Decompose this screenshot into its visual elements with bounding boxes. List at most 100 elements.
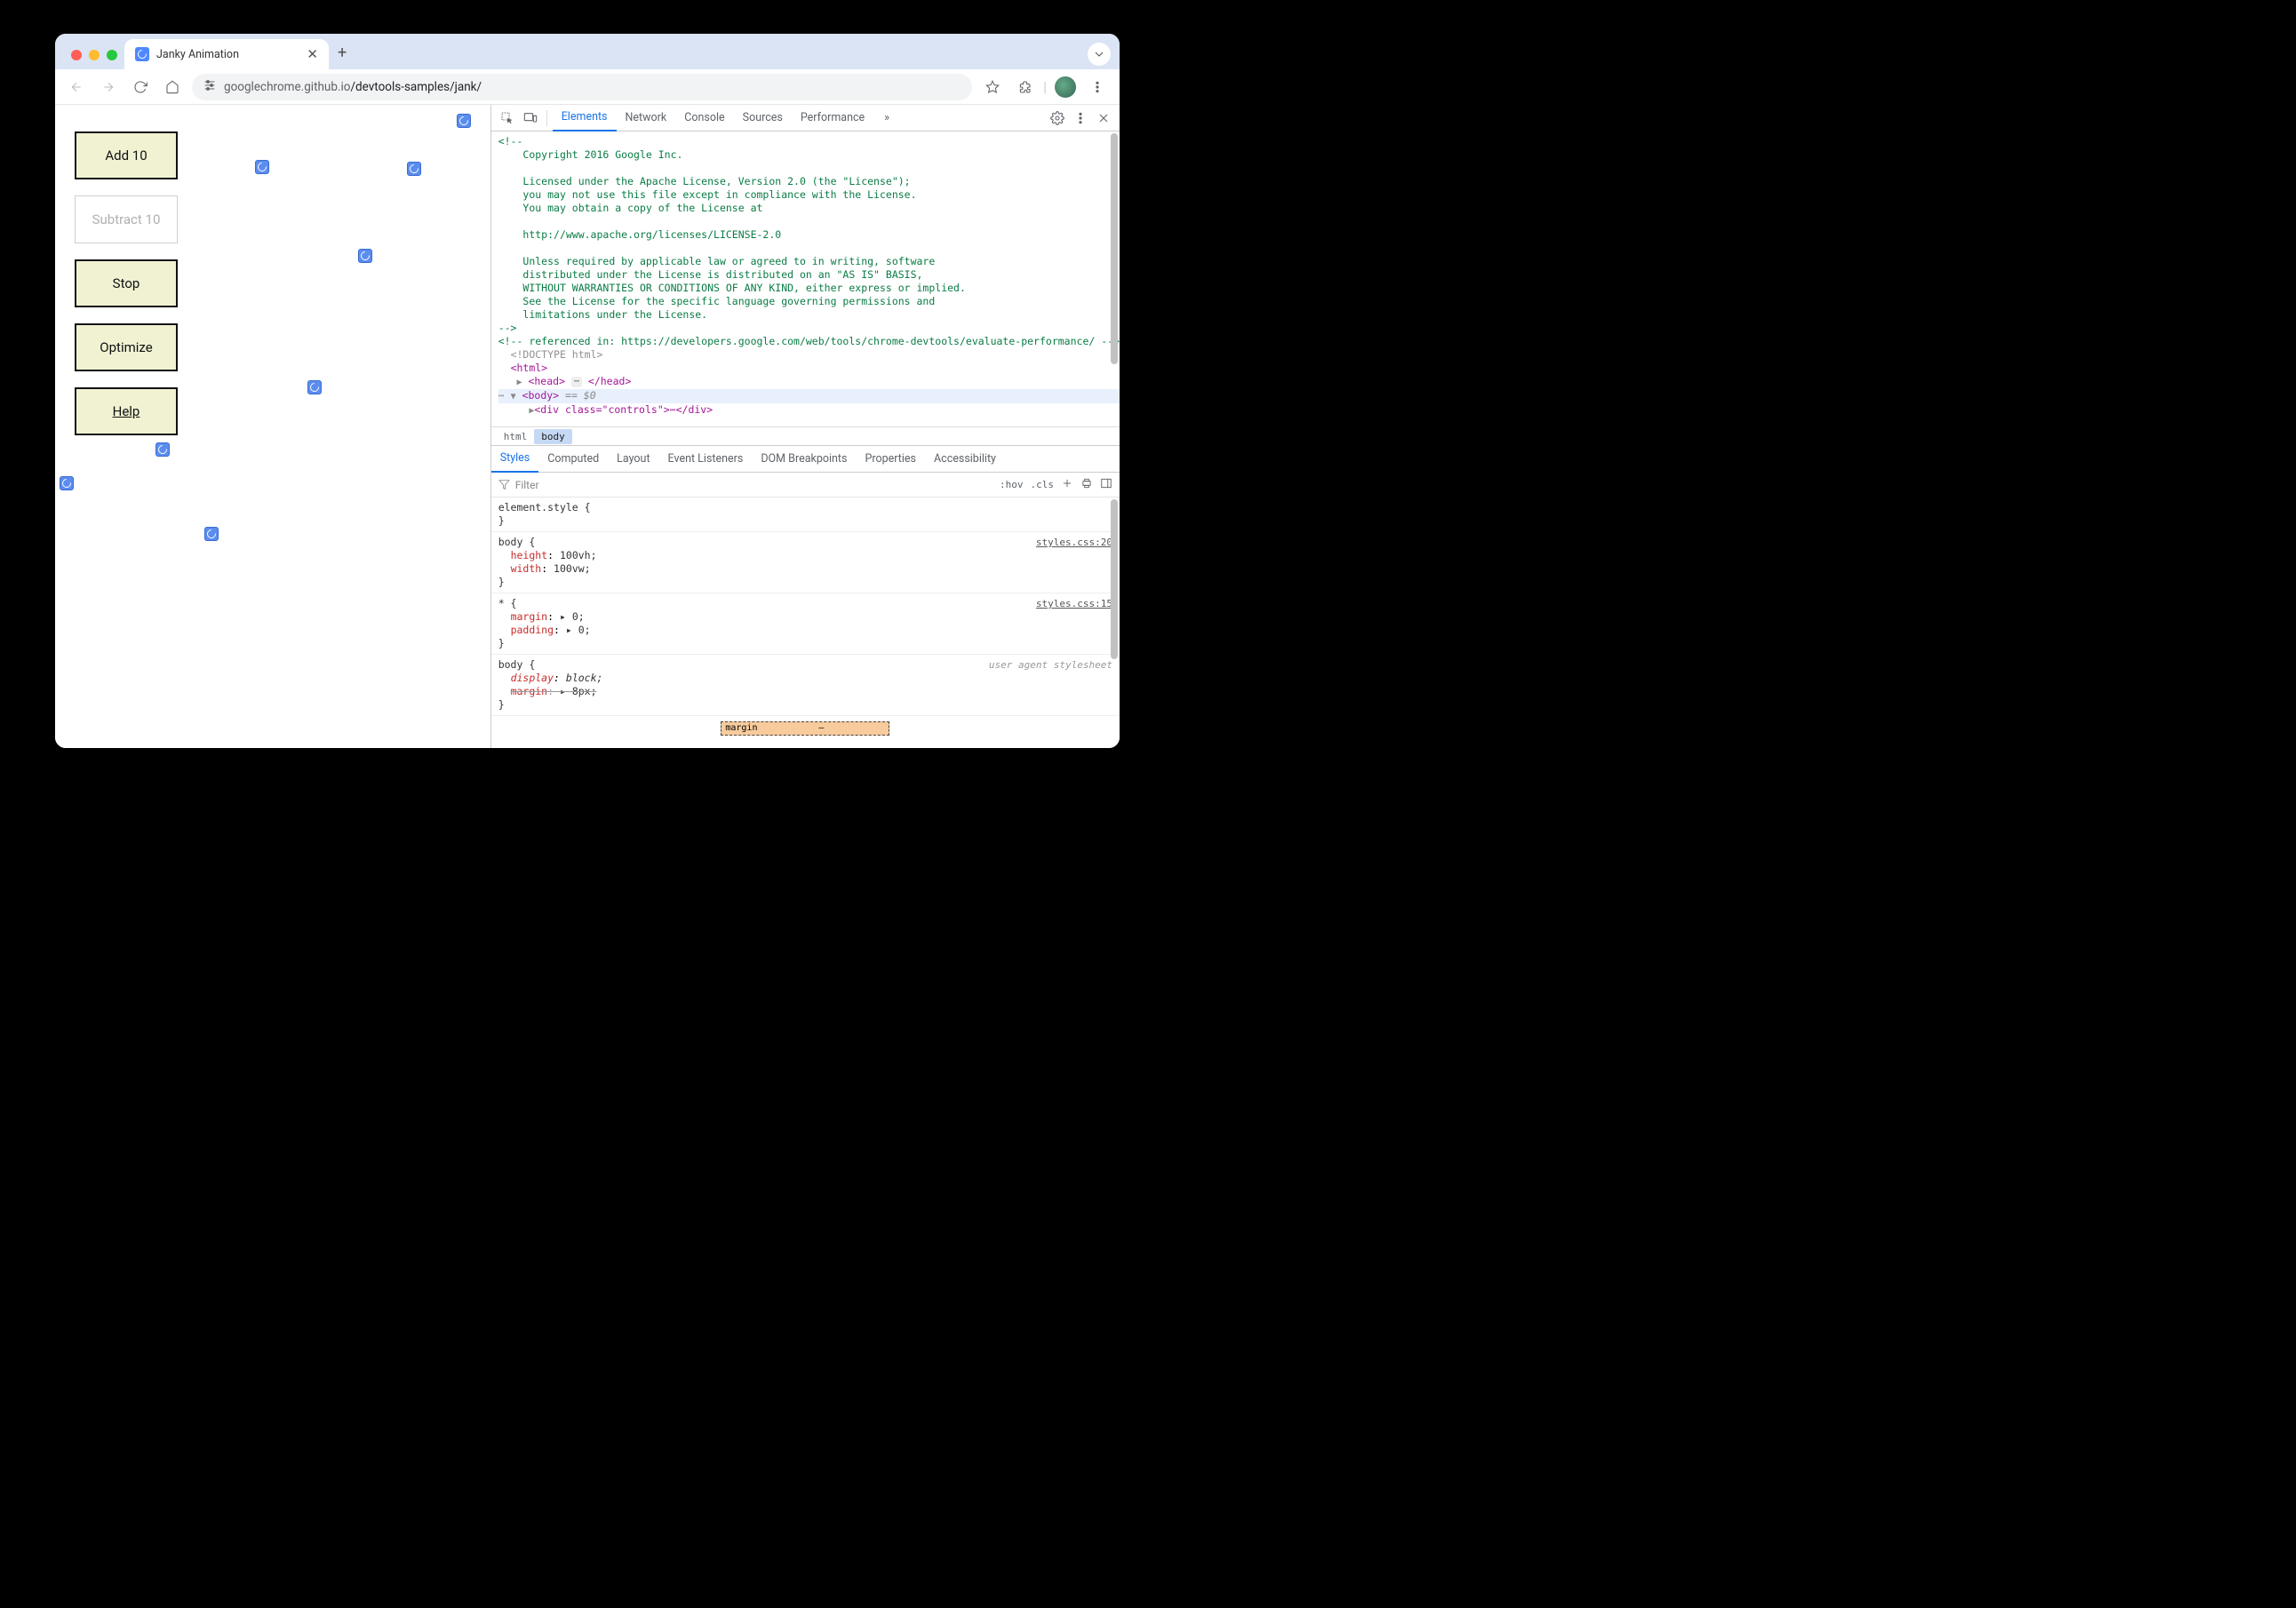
chevron-down-icon — [1092, 47, 1106, 61]
tab-favicon — [135, 47, 149, 61]
styles-tab-properties[interactable]: Properties — [856, 446, 925, 473]
style-rule[interactable]: element.style {} — [491, 498, 1120, 532]
devtools-tab-console[interactable]: Console — [675, 105, 733, 131]
arrow-right-icon — [101, 80, 116, 94]
sidebar-toggle-button[interactable] — [1100, 477, 1112, 492]
mover-icon — [255, 160, 269, 174]
styles-tab-accessibility[interactable]: Accessibility — [925, 446, 1005, 473]
home-button[interactable] — [160, 75, 185, 100]
add-button[interactable]: Add 10 — [75, 131, 178, 179]
styles-tabbar: StylesComputedLayoutEvent ListenersDOM B… — [491, 446, 1120, 473]
child-div-node[interactable]: <div class="controls">⋯</div> — [534, 403, 713, 416]
box-model[interactable]: margin– — [491, 716, 1120, 736]
extensions-button[interactable] — [1011, 74, 1038, 100]
tab-strip: Janky Animation ✕ + — [55, 34, 1120, 69]
browser-tab[interactable]: Janky Animation ✕ — [124, 39, 329, 69]
styles-tab-event-listeners[interactable]: Event Listeners — [659, 446, 753, 473]
scrollbar-thumb[interactable] — [1111, 133, 1118, 364]
toolbar-separator: | — [1043, 78, 1047, 95]
help-button[interactable]: Help — [75, 387, 178, 435]
styles-tab-dom-breakpoints[interactable]: DOM Breakpoints — [752, 446, 856, 473]
styles-filter-input[interactable]: Filter — [498, 479, 993, 491]
hov-toggle[interactable]: :hov — [1000, 479, 1024, 490]
head-open-tag[interactable]: <head> — [528, 375, 565, 387]
window-minimize-button[interactable] — [89, 50, 100, 60]
style-rule[interactable]: * { margin: ▸ 0; padding: ▸ 0;}styles.cs… — [491, 593, 1120, 655]
filter-icon — [498, 479, 510, 490]
optimize-button[interactable]: Optimize — [75, 323, 178, 371]
devtools-close-button[interactable] — [1093, 107, 1114, 129]
scrollbar-thumb[interactable] — [1111, 499, 1118, 659]
devtools-tabbar: ElementsNetworkConsoleSourcesPerformance… — [491, 105, 1120, 131]
styles-tab-layout[interactable]: Layout — [608, 446, 658, 473]
mover-icon — [307, 380, 322, 394]
avatar-icon — [1055, 76, 1076, 98]
bookmark-button[interactable] — [979, 74, 1006, 100]
mover-icon — [358, 249, 372, 263]
star-icon — [985, 80, 1000, 94]
inspect-icon — [500, 111, 514, 125]
computed-toggle-button[interactable] — [1080, 477, 1093, 492]
breadcrumb-item-html[interactable]: html — [497, 429, 535, 444]
close-icon — [1096, 111, 1111, 125]
elements-scrollbar[interactable] — [1109, 133, 1118, 425]
new-tab-button[interactable]: + — [329, 44, 355, 69]
window-zoom-button[interactable] — [107, 50, 117, 60]
tab-close-button[interactable]: ✕ — [307, 46, 318, 62]
source-link[interactable]: styles.css:20 — [1036, 536, 1112, 549]
inspect-element-button[interactable] — [497, 107, 518, 129]
profile-button[interactable] — [1052, 74, 1079, 100]
mover-icon — [60, 476, 74, 490]
window-close-button[interactable] — [71, 50, 82, 60]
devtools-tab-elements[interactable]: Elements — [553, 105, 617, 131]
mover-icon — [457, 114, 471, 128]
cls-toggle[interactable]: .cls — [1031, 479, 1055, 490]
window-traffic-lights — [66, 50, 124, 69]
devtools-menu-button[interactable] — [1070, 107, 1091, 129]
new-style-rule-button[interactable] — [1061, 477, 1073, 492]
reload-button[interactable] — [128, 75, 153, 100]
devtools-more-tabs-button[interactable]: » — [875, 105, 898, 131]
source-link[interactable]: styles.css:15 — [1036, 597, 1112, 610]
style-rule[interactable]: body { display: block; margin: ▸ 8px;}us… — [491, 655, 1120, 716]
devtools-tab-sources[interactable]: Sources — [734, 105, 792, 131]
kebab-icon — [1073, 111, 1088, 125]
devtools-panel: ElementsNetworkConsoleSourcesPerformance… — [490, 105, 1120, 748]
styles-section: StylesComputedLayoutEvent ListenersDOM B… — [491, 446, 1120, 748]
styles-scrollbar[interactable] — [1109, 499, 1118, 746]
subtract-button[interactable]: Subtract 10 — [75, 195, 178, 243]
browser-toolbar: googlechrome.github.io/devtools-samples/… — [55, 69, 1120, 105]
site-settings-icon[interactable] — [203, 78, 217, 96]
expand-toggle[interactable]: ▶ — [516, 376, 522, 389]
styles-filter-actions: :hov .cls — [1000, 477, 1112, 492]
ellipsis-icon[interactable]: ⋯ — [571, 377, 582, 387]
styles-filter-row: Filter :hov .cls — [491, 473, 1120, 498]
dom-breadcrumb: htmlbody — [491, 426, 1120, 446]
breadcrumb-item-body[interactable]: body — [534, 429, 572, 444]
devtools-tab-network[interactable]: Network — [617, 105, 676, 131]
tabs-dropdown-button[interactable] — [1088, 43, 1111, 66]
devtools-settings-button[interactable] — [1047, 107, 1068, 129]
devices-icon — [523, 111, 538, 125]
content-row: Add 10 Subtract 10 Stop Optimize Help El… — [55, 105, 1120, 748]
selected-dom-node[interactable]: ⋯ ▼ <body> == $0 — [498, 389, 1120, 403]
nav-back-button[interactable] — [64, 75, 89, 100]
html-tag[interactable]: <html> — [511, 362, 548, 374]
elements-tree[interactable]: <!-- Copyright 2016 Google Inc. Licensed… — [491, 131, 1120, 426]
address-bar[interactable]: googlechrome.github.io/devtools-samples/… — [192, 74, 972, 100]
plus-icon — [1061, 477, 1073, 490]
device-toolbar-button[interactable] — [520, 107, 541, 129]
page-controls: Add 10 Subtract 10 Stop Optimize Help — [75, 131, 178, 435]
nav-forward-button[interactable] — [96, 75, 121, 100]
puzzle-icon — [1017, 80, 1032, 94]
styles-tab-computed[interactable]: Computed — [538, 446, 608, 473]
panel-icon — [1100, 477, 1112, 490]
mover-icon — [155, 442, 170, 457]
devtools-tab-performance[interactable]: Performance — [792, 105, 873, 131]
styles-pane[interactable]: element.style {}body { height: 100vh; wi… — [491, 498, 1120, 748]
style-rule[interactable]: body { height: 100vh; width: 100vw;}styl… — [491, 532, 1120, 593]
html-comment: <!-- Copyright 2016 Google Inc. Licensed… — [498, 135, 966, 334]
browser-menu-button[interactable] — [1084, 74, 1111, 100]
stop-button[interactable]: Stop — [75, 259, 178, 307]
styles-tab-styles[interactable]: Styles — [491, 446, 539, 473]
